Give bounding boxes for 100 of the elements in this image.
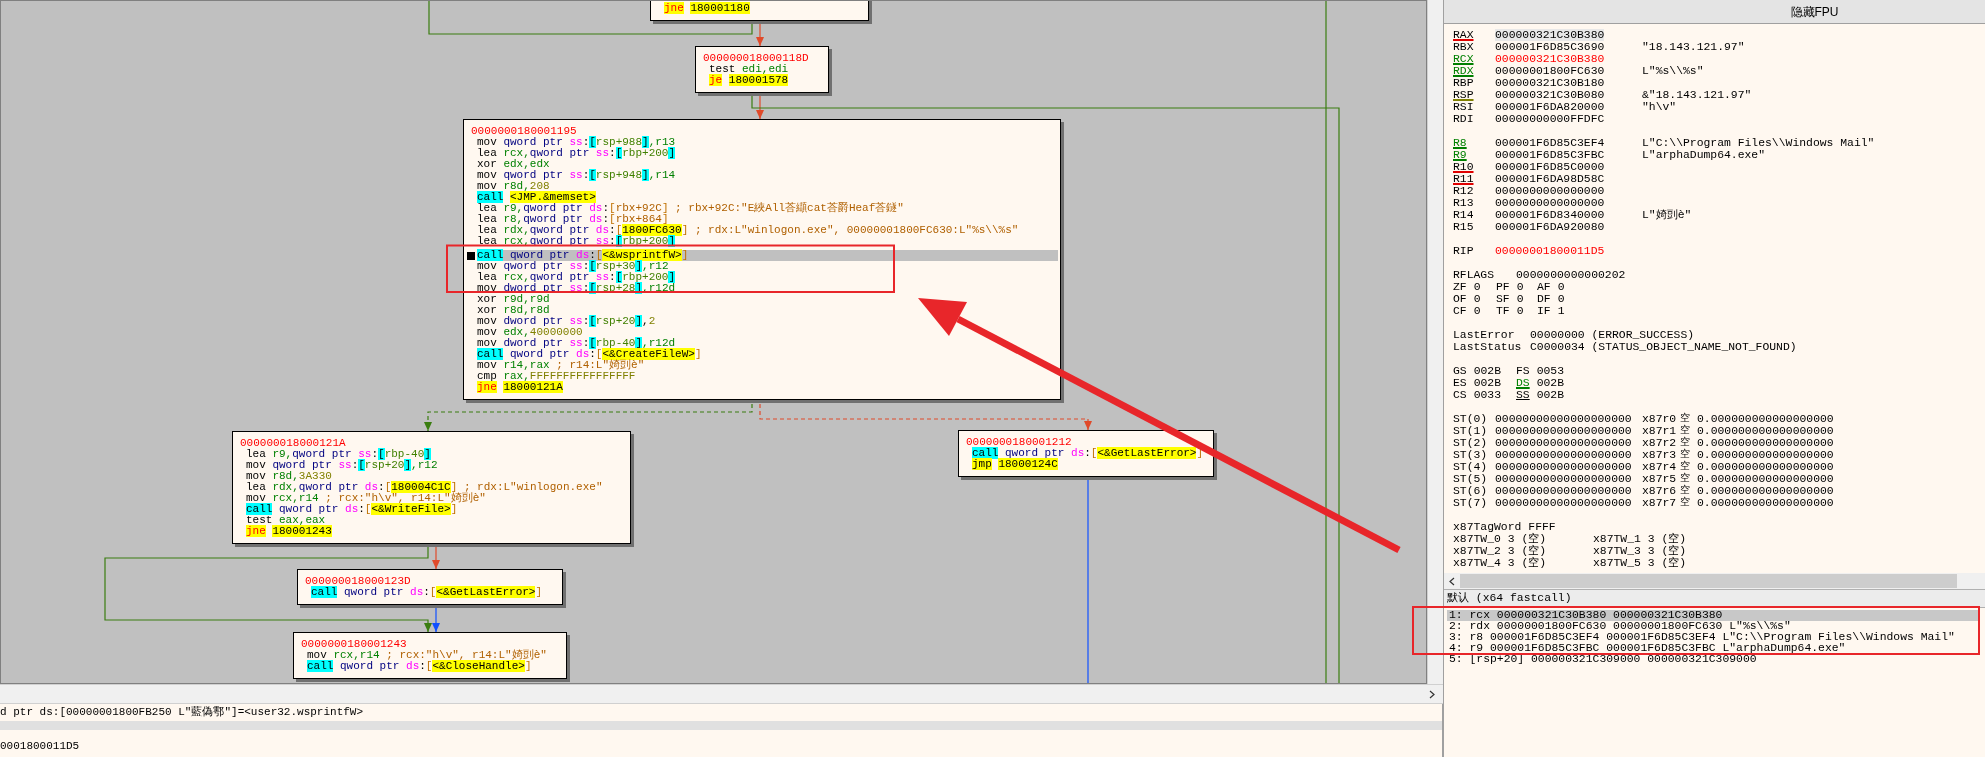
code-line[interactable]: lea r9,qword ptr ds:[rbx+92C] ; rbx+92C:"E綊All荅纈cat荅爵Heaf荅鐩": [477, 203, 1058, 214]
scroll-right-icon[interactable]: [1429, 689, 1435, 699]
code-line[interactable]: mov dword ptr ss:[rsp+20],2: [477, 316, 1058, 327]
register-value: 0.000000000000000000: [1697, 497, 1834, 509]
code-line[interactable]: lea r9,qword ptr ss:[rbp-40]: [246, 449, 628, 460]
field-name: OF: [1453, 293, 1467, 305]
scroll-left-icon[interactable]: [1449, 576, 1455, 586]
register-value[interactable]: 0000000000000000: [1495, 185, 1605, 197]
code-line[interactable]: mov r8d,3A330: [246, 471, 628, 482]
code-line[interactable]: jne 180001180: [664, 3, 866, 14]
argument-row[interactable]: 1: rcx 000000321C30B380 000000321C30B380: [1447, 610, 1979, 621]
code-line[interactable]: mov qword ptr ss:[rsp+20],r12: [246, 460, 628, 471]
register-value[interactable]: 000001F6D85C3690: [1495, 41, 1605, 53]
register-value: 00000000000000000000: [1495, 449, 1633, 461]
register-name: R8: [1453, 137, 1468, 149]
register-comment: L"C:\\Program Files\\Windows Mail": [1642, 137, 1875, 149]
field-value: 0: [1557, 281, 1565, 293]
register-value: 0.000000000000000000: [1697, 425, 1834, 437]
address-line: 0001800011D5: [0, 740, 81, 752]
code-line[interactable]: xor edx,edx: [477, 159, 1058, 170]
register-name: RCX: [1453, 53, 1475, 65]
register-value[interactable]: 0000000000000000: [1495, 197, 1605, 209]
argument-row[interactable]: 2: rdx 00000001800FC630 00000001800FC630 L"%s\\%s": [1447, 621, 1979, 632]
horizontal-scrollbar[interactable]: [0, 684, 1443, 704]
register-comment: "h\v": [1642, 101, 1677, 113]
field-value: 002B: [1473, 377, 1501, 389]
register-name: x87r7: [1642, 497, 1678, 509]
register-name: R15: [1453, 221, 1475, 233]
register-name: R12: [1453, 185, 1475, 197]
code-line[interactable]: lea r8,qword ptr ds:[rbx+864]: [477, 214, 1058, 225]
code-line[interactable]: lea rdx,qword ptr ds:[180004C1C] ; rdx:L"winlogon.exe": [246, 482, 628, 493]
register-name: R11: [1453, 173, 1475, 185]
detail-line: d ptr ds:[00000001800FB250 L"藍偽鄠"]=<user32.wsprintfW>: [0, 705, 365, 718]
code-line[interactable]: cmp rax,FFFFFFFFFFFFFFFF: [477, 371, 1058, 382]
tag-value: 空: [1680, 413, 1691, 424]
register-value[interactable]: 000000321C30B380: [1495, 29, 1605, 41]
register-comment: L"%s\\%s": [1642, 65, 1704, 77]
code-line[interactable]: mov rcx,r14 ; rcx:"h\v", r14:L"婍剅è": [307, 650, 564, 661]
register-value[interactable]: 00000001800011D5: [1495, 245, 1605, 257]
code-line[interactable]: mov edx,40000000: [477, 327, 1058, 338]
code-line[interactable]: mov rcx,r14 ; rcx:"h\v", r14:L"婍剅è": [246, 493, 628, 504]
register-name: x87r4: [1642, 461, 1678, 473]
tag-value: 空: [1680, 497, 1691, 509]
register-name: x87TagWord: [1453, 521, 1522, 533]
register-value: 00000000000000000000: [1495, 425, 1633, 437]
register-name: ST(0): [1453, 413, 1489, 425]
register-name: LastError: [1453, 329, 1516, 341]
argument-row[interactable]: 4: r9 000001F6D85C3FBC 000001F6D85C3FBC L"arphaDump64.exe": [1447, 643, 1979, 654]
register-value[interactable]: 000001F6DA920080: [1495, 221, 1605, 233]
field-value: 0: [1473, 293, 1481, 305]
scrollbar-thumb[interactable]: [1460, 574, 1957, 588]
register-value[interactable]: 000001F6DA98D58C: [1495, 173, 1605, 185]
block-address: 000000018000121A: [239, 438, 347, 449]
code-line[interactable]: xor r8d,r8d: [477, 305, 1058, 316]
code-line[interactable]: call qword ptr ds:[<&WriteFile>]: [246, 504, 628, 515]
code-line[interactable]: jmp 18000124C: [972, 459, 1211, 470]
register-value[interactable]: 000000321C30B180: [1495, 77, 1605, 89]
code-line[interactable]: lea rcx,qword ptr ss:[rbp+200]: [477, 272, 1058, 283]
field-name: ZF: [1453, 281, 1467, 293]
code-line[interactable]: jne 180001243: [246, 526, 628, 537]
code-line[interactable]: mov r8d,208: [477, 181, 1058, 192]
code-line[interactable]: call <JMP.&memset>: [477, 192, 1058, 203]
register-name: x87r3: [1642, 449, 1678, 461]
field-value: 0: [1557, 293, 1565, 305]
register-value: 00000000000000000000: [1495, 473, 1633, 485]
field-value: 0053: [1536, 365, 1564, 377]
register-value[interactable]: 00000000000FFDFC: [1495, 113, 1605, 125]
horizontal-scrollbar[interactable]: [1444, 573, 1985, 589]
register-value[interactable]: 000001F6D8340000: [1495, 209, 1605, 221]
register-value: 00000000000000000000: [1495, 497, 1633, 509]
argument-row[interactable]: 3: r8 000001F6D85C3EF4 000001F6D85C3EF4 L"C:\\Program Files\\Windows Mail": [1447, 632, 1979, 643]
register-value[interactable]: 00000001800FC630: [1495, 65, 1605, 77]
code-line[interactable]: mov qword ptr ss:[rsp+30],r12: [477, 261, 1058, 272]
code-line[interactable]: xor r9d,r9d: [477, 294, 1058, 305]
code-line[interactable]: lea rcx,qword ptr ss:[rbp+200]: [477, 148, 1058, 159]
code-line[interactable]: jne 18000121A: [477, 382, 1058, 393]
field-value: 1: [1557, 305, 1565, 317]
register-value[interactable]: 000001F6D85C3EF4: [1495, 137, 1605, 149]
register-value[interactable]: 000000321C30B380: [1495, 53, 1605, 65]
tag-value: 空: [1680, 473, 1691, 484]
code-line[interactable]: mov qword ptr ss:[rsp+988],r13: [477, 137, 1058, 148]
register-value[interactable]: 000001F6D85C3FBC: [1495, 149, 1605, 161]
code-line[interactable]: lea rdx,qword ptr ds:[1800FC630] ; rdx:L"winlogon.exe", 00000001800FC630:L"%s\\%s": [477, 225, 1058, 236]
register-value: FFFF: [1528, 521, 1556, 533]
register-value: 0.000000000000000000: [1697, 413, 1834, 425]
register-value[interactable]: 0000000000000202: [1516, 269, 1626, 281]
code-line[interactable]: mov qword ptr ss:[rsp+948],r14: [477, 170, 1058, 181]
register-value[interactable]: 000001F6D85C0000: [1495, 161, 1605, 173]
register-name: x87r1: [1642, 425, 1678, 437]
code-line[interactable]: test edi,edi: [709, 64, 826, 75]
vertical-scrollbar[interactable]: [1427, 0, 1443, 684]
register-value[interactable]: 000000321C30B080: [1495, 89, 1605, 101]
code-line[interactable]: mov r14,rax ; r14:L"婍剅è": [477, 360, 1058, 371]
panel-header[interactable]: 隐藏FPU: [1790, 2, 1839, 21]
register-name: RAX: [1453, 29, 1475, 41]
code-line[interactable]: test eax,eax: [246, 515, 628, 526]
code-line[interactable]: call qword ptr ds:[<&GetLastError>]: [311, 587, 560, 598]
tag-value: 空: [1680, 437, 1691, 448]
register-value[interactable]: 000001F6DA820000: [1495, 101, 1605, 113]
register-value: 0.000000000000000000: [1697, 473, 1834, 485]
